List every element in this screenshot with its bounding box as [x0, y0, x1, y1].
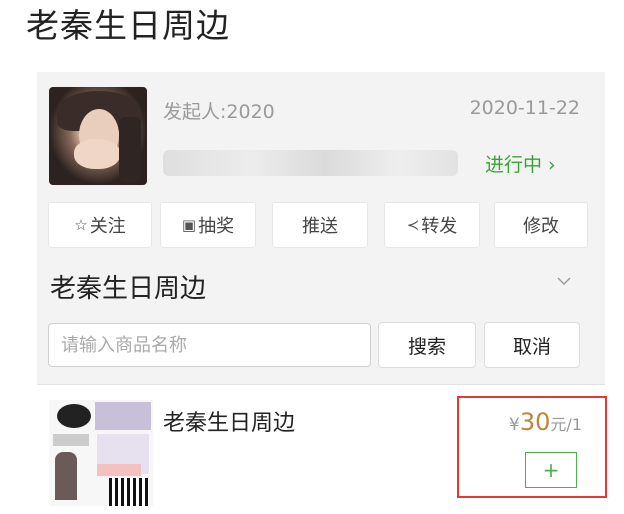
- share-icon: ≺: [406, 216, 420, 234]
- gift-icon: ▣: [181, 216, 197, 234]
- price-currency: ¥: [509, 415, 520, 435]
- avatar[interactable]: [49, 87, 147, 185]
- status-link[interactable]: 进行中 ›: [485, 150, 556, 177]
- page-title: 老秦生日周边: [26, 6, 230, 45]
- price-value: 30: [519, 408, 551, 436]
- star-icon: ☆: [74, 216, 88, 234]
- price-unit: 元/1: [550, 415, 582, 434]
- push-button[interactable]: 推送: [272, 202, 368, 248]
- lottery-label: 抽奖: [198, 216, 235, 237]
- section-title: 老秦生日周边: [50, 274, 207, 304]
- lottery-button[interactable]: ▣ 抽奖: [160, 202, 256, 248]
- blurred-description: [163, 150, 458, 176]
- search-input[interactable]: [48, 323, 371, 367]
- cancel-button[interactable]: 取消: [484, 322, 580, 368]
- product-thumbnail[interactable]: [49, 400, 153, 506]
- event-date: 2020-11-22: [469, 97, 580, 119]
- search-button[interactable]: 搜索: [378, 322, 476, 368]
- chevron-down-icon[interactable]: [557, 274, 571, 288]
- add-to-cart-button[interactable]: +: [525, 452, 577, 488]
- initiator-label: 发起人:2020: [163, 101, 275, 123]
- share-label: 转发: [421, 216, 458, 237]
- edit-label: 修改: [523, 216, 559, 237]
- product-name[interactable]: 老秦生日周边: [163, 405, 295, 437]
- divider: [37, 384, 605, 385]
- push-label: 推送: [302, 216, 338, 237]
- follow-button[interactable]: ☆ 关注: [48, 202, 152, 248]
- product-price: ¥30元/1: [509, 408, 582, 436]
- follow-label: 关注: [89, 216, 126, 237]
- share-button[interactable]: ≺ 转发: [384, 202, 480, 248]
- edit-button[interactable]: 修改: [494, 202, 588, 248]
